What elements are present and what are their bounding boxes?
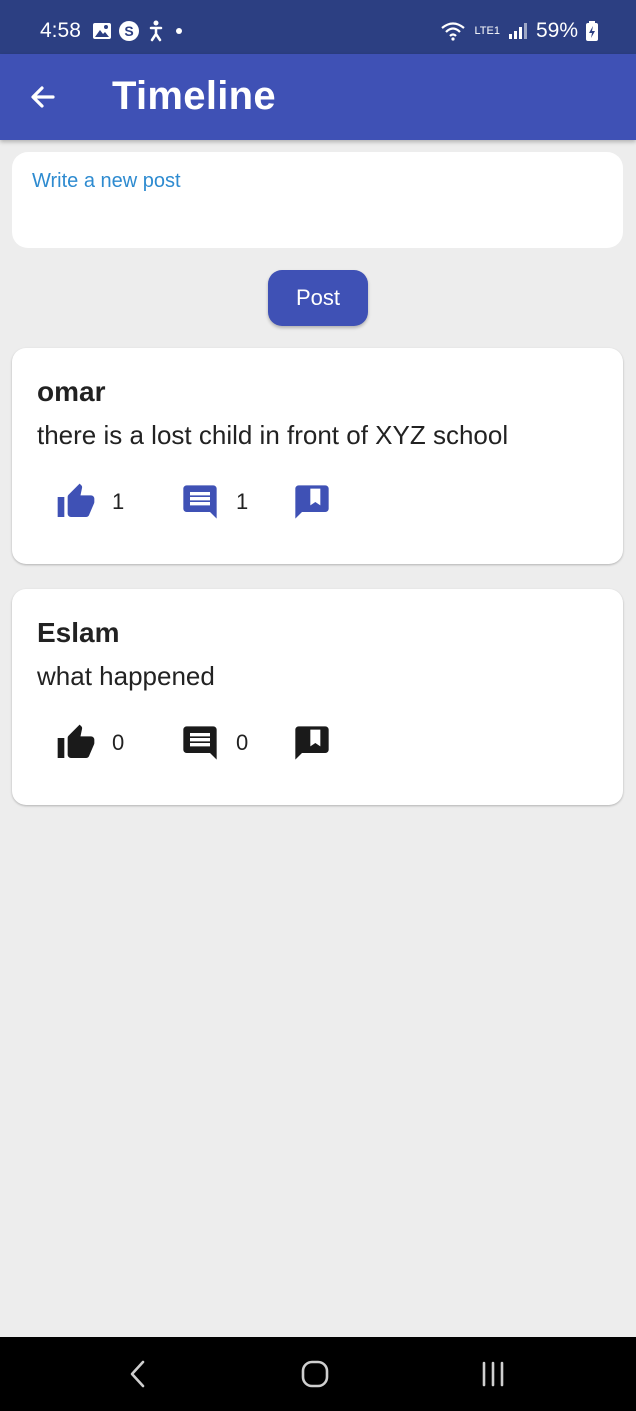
- like-count: 0: [112, 730, 125, 755]
- new-post-card: [12, 152, 623, 248]
- accessibility-icon: [149, 20, 163, 42]
- system-nav-bar: [0, 1337, 636, 1411]
- post-card: Eslam what happened 0 0: [12, 589, 623, 805]
- comment-count: 0: [236, 730, 249, 755]
- new-post-input[interactable]: [32, 166, 592, 196]
- like-count: 1: [112, 489, 125, 514]
- post-text: what happened: [37, 661, 215, 691]
- like-icon[interactable]: [56, 482, 96, 522]
- report-flag-icon[interactable]: [292, 723, 332, 763]
- back-button[interactable]: [22, 76, 64, 118]
- dot-icon: [176, 28, 182, 34]
- post-author: omar: [37, 376, 106, 407]
- status-bar: 4:58 S LTE1 59%: [0, 0, 636, 54]
- post-actions: 1 1: [56, 482, 596, 522]
- signal-icon: [508, 23, 527, 39]
- chevron-left-icon: [130, 1360, 145, 1388]
- arrow-left-icon: [31, 86, 55, 108]
- nav-back-button[interactable]: [116, 1357, 160, 1391]
- report-flag-icon[interactable]: [292, 482, 332, 522]
- svg-text:S: S: [124, 23, 133, 39]
- gallery-icon: [93, 23, 111, 39]
- recents-icon: [482, 1361, 504, 1387]
- post-author: Eslam: [37, 617, 120, 648]
- post-actions: 0 0: [56, 723, 596, 763]
- comment-count: 1: [236, 489, 249, 514]
- post-card: omar there is a lost child in front of X…: [12, 348, 623, 564]
- battery-percent: 59%: [535, 19, 578, 42]
- battery-charging-icon: [586, 21, 598, 41]
- page-title: Timeline: [112, 74, 276, 118]
- nav-home-button[interactable]: [293, 1357, 337, 1391]
- post-button[interactable]: Post: [268, 270, 368, 326]
- notification-icons: S: [92, 20, 186, 42]
- network-type-label: LTE1: [474, 24, 500, 37]
- like-icon[interactable]: [56, 723, 96, 763]
- s-app-icon: S: [119, 21, 139, 41]
- wifi-icon: [441, 22, 466, 41]
- app-bar: Timeline: [0, 54, 636, 140]
- comment-icon[interactable]: [180, 723, 220, 763]
- comment-icon[interactable]: [180, 482, 220, 522]
- nav-recents-button[interactable]: [471, 1357, 515, 1391]
- status-time: 4:58: [40, 19, 81, 42]
- post-text: there is a lost child in front of XYZ sc…: [37, 420, 509, 450]
- status-right: LTE1 59%: [440, 19, 598, 43]
- home-circle-icon: [301, 1360, 329, 1388]
